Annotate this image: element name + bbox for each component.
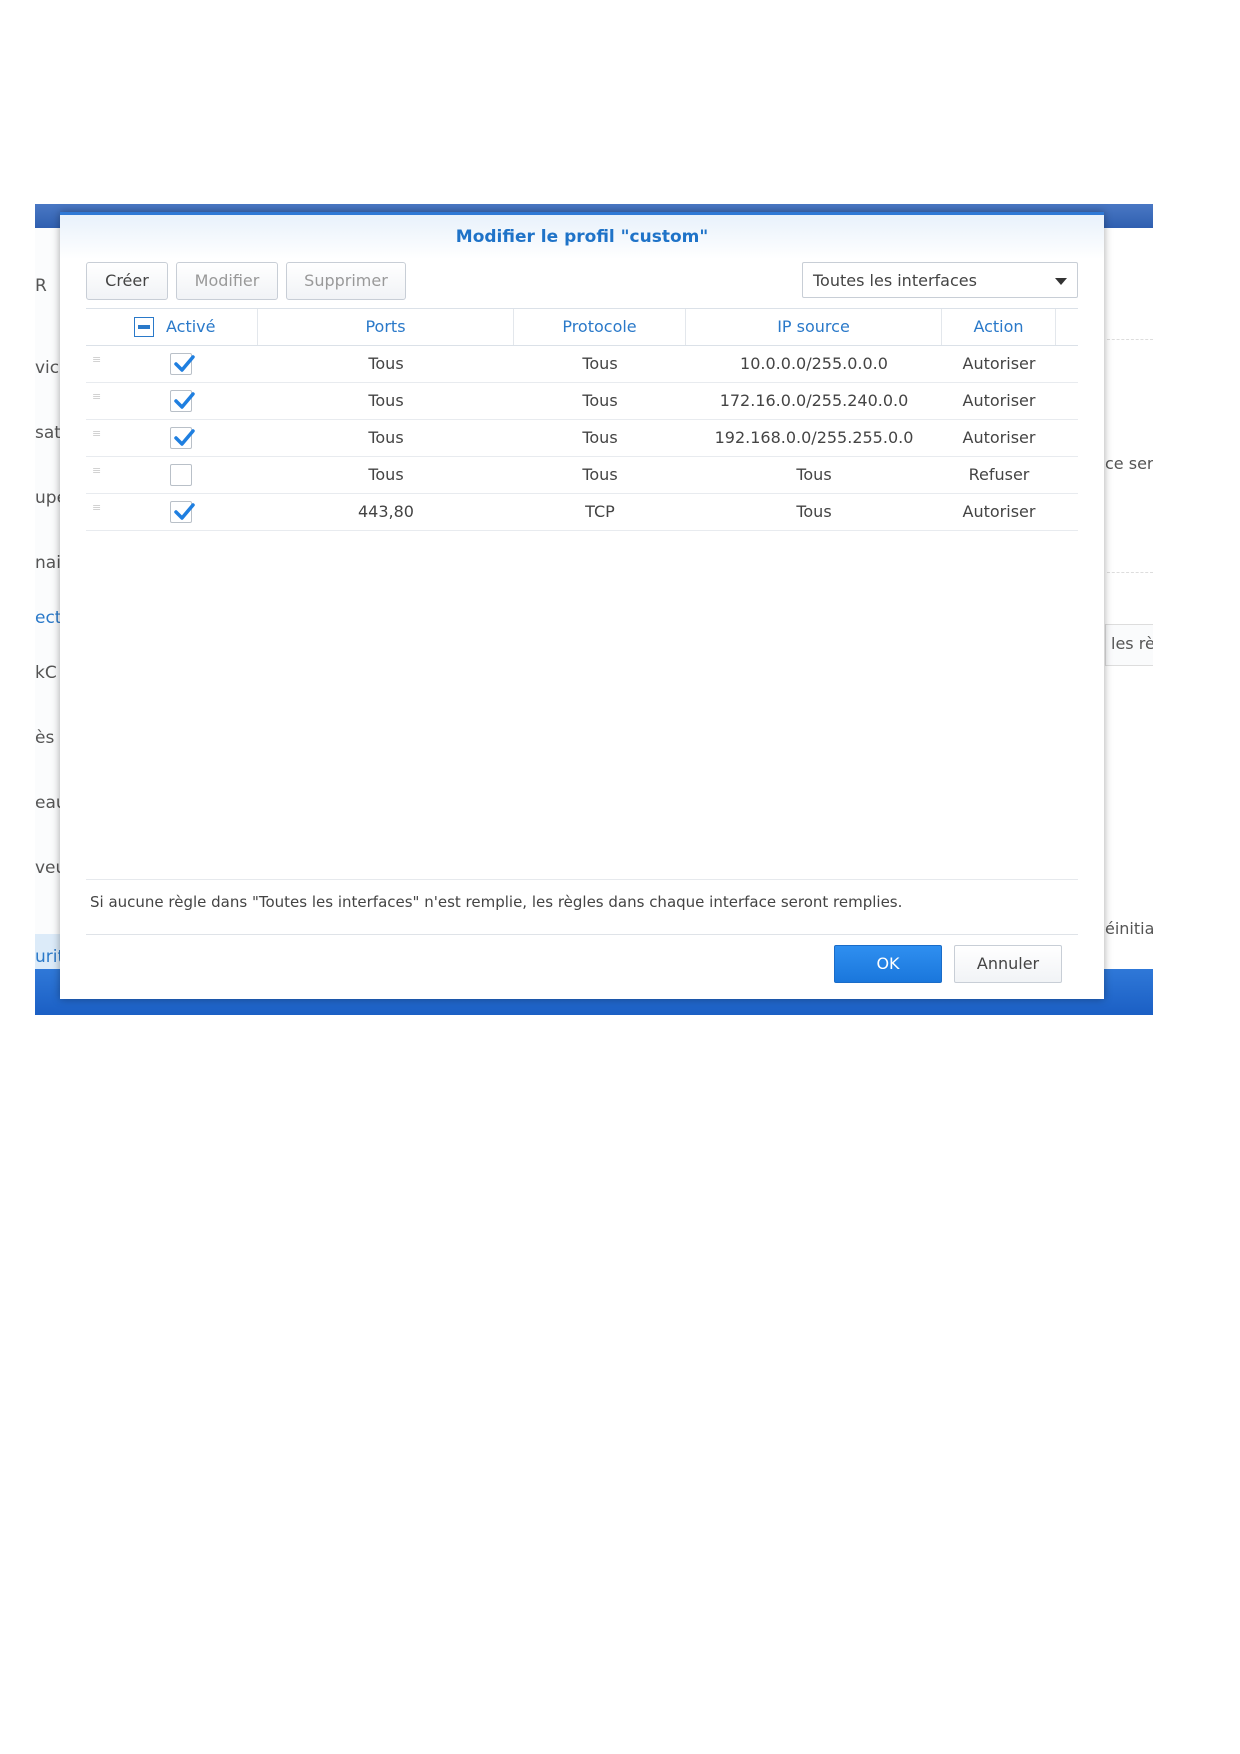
edit-button[interactable]: Modifier (176, 262, 278, 300)
checkmark-icon (174, 503, 195, 520)
dialog-toolbar: Créer Modifier Supprimer Toutes les inte… (86, 262, 1078, 300)
column-header-protocol[interactable]: Protocole (514, 309, 686, 345)
protocol-cell: TCP (585, 502, 615, 521)
ports-cell: Tous (368, 354, 404, 373)
ports-cell: 443,80 (358, 502, 414, 521)
source-ip-cell: 10.0.0.0/255.0.0.0 (740, 354, 888, 373)
delete-button[interactable]: Supprimer (286, 262, 406, 300)
background-divider (1107, 339, 1153, 340)
checkmark-icon (174, 429, 195, 446)
column-header-source-ip[interactable]: IP source (686, 309, 942, 345)
background-text: les rè (1111, 634, 1153, 653)
action-cell: Refuser (968, 465, 1030, 484)
enabled-checkbox[interactable] (170, 427, 195, 449)
rules-table: Activé Ports Protocole IP source Action … (86, 308, 1078, 531)
table-row[interactable]: ≡ Tous Tous Tous Refuser (86, 457, 1078, 494)
column-header-ports[interactable]: Ports (258, 309, 514, 345)
action-cell: Autoriser (962, 502, 1036, 521)
divider (86, 934, 1078, 935)
cancel-button[interactable]: Annuler (954, 945, 1062, 983)
ok-button[interactable]: OK (834, 945, 942, 983)
column-header-label: Activé (166, 317, 216, 336)
drag-handle-icon[interactable]: ≡ (92, 428, 102, 444)
protocol-cell: Tous (582, 428, 618, 447)
ports-cell: Tous (368, 465, 404, 484)
source-ip-cell: Tous (796, 502, 832, 521)
table-row[interactable]: ≡ Tous Tous 10.0.0.0/255.0.0.0 Autoriser (86, 346, 1078, 383)
interface-select-value: Toutes les interfaces (813, 271, 977, 290)
select-all-checkbox[interactable] (134, 317, 154, 337)
enabled-checkbox[interactable] (170, 390, 195, 412)
action-cell: Autoriser (962, 428, 1036, 447)
checkmark-icon (174, 355, 195, 372)
source-ip-cell: 192.168.0.0/255.255.0.0 (714, 428, 914, 447)
column-header-enabled[interactable]: Activé (86, 309, 258, 345)
drag-handle-icon[interactable]: ≡ (92, 391, 102, 407)
drag-handle-icon[interactable]: ≡ (92, 354, 102, 370)
background-divider (1107, 572, 1153, 573)
interface-select[interactable]: Toutes les interfaces (802, 262, 1078, 298)
drag-handle-icon[interactable]: ≡ (92, 502, 102, 518)
table-row[interactable]: ≡ Tous Tous 192.168.0.0/255.255.0.0 Autorise… (86, 420, 1078, 457)
edit-profile-dialog: Modifier le profil "custom" Créer Modifi… (60, 212, 1104, 999)
checkmark-icon (174, 392, 195, 409)
divider (86, 879, 1078, 880)
source-ip-cell: 172.16.0.0/255.240.0.0 (719, 391, 909, 410)
action-cell: Autoriser (962, 391, 1036, 410)
enabled-checkbox[interactable] (170, 501, 195, 523)
protocol-cell: Tous (582, 391, 618, 410)
enabled-checkbox[interactable] (170, 464, 192, 486)
background-text: éinitial (1105, 919, 1153, 938)
table-row[interactable]: ≡ 443,80 TCP Tous Autoriser (86, 494, 1078, 531)
create-button[interactable]: Créer (86, 262, 168, 300)
ports-cell: Tous (368, 428, 404, 447)
action-cell: Autoriser (962, 354, 1036, 373)
enabled-checkbox[interactable] (170, 353, 195, 375)
protocol-cell: Tous (582, 354, 618, 373)
protocol-cell: Tous (582, 465, 618, 484)
drag-handle-icon[interactable]: ≡ (92, 465, 102, 481)
table-header: Activé Ports Protocole IP source Action (86, 308, 1078, 346)
source-ip-cell: Tous (796, 465, 832, 484)
ports-cell: Tous (368, 391, 404, 410)
info-note: Si aucune règle dans "Toutes les interfa… (90, 893, 903, 911)
background-text: ce ser (1105, 454, 1153, 473)
column-header-action[interactable]: Action (942, 309, 1056, 345)
dialog-title: Modifier le profil "custom" (60, 215, 1104, 259)
chevron-down-icon (1055, 278, 1067, 285)
table-row[interactable]: ≡ Tous Tous 172.16.0.0/255.240.0.0 Autoriser (86, 383, 1078, 420)
